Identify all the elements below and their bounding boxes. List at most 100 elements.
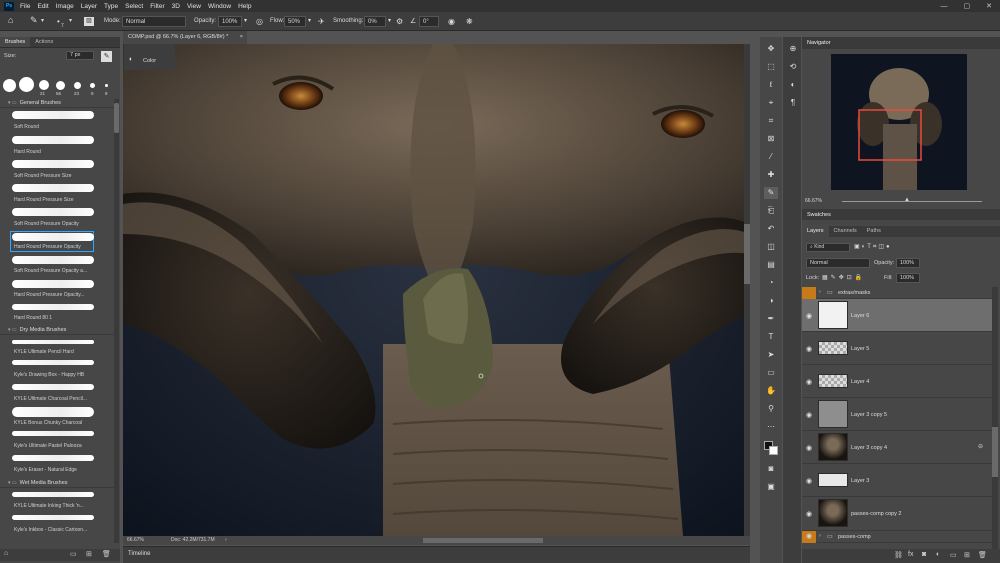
delete-icon[interactable]: 🗑 bbox=[102, 550, 111, 558]
clone-stamp-icon[interactable]: ⎗ bbox=[764, 205, 778, 217]
menu-select[interactable]: Select bbox=[125, 3, 143, 10]
eye-icon[interactable]: ◉ bbox=[806, 411, 812, 419]
new-brush-icon[interactable]: ⊞ bbox=[86, 550, 92, 558]
brush-preset-tip[interactable] bbox=[105, 84, 108, 87]
mask-icon[interactable]: ◙ bbox=[922, 551, 926, 558]
marquee-tool-icon[interactable]: ⬚ bbox=[764, 61, 778, 73]
eye-icon[interactable]: ◉ bbox=[806, 378, 812, 386]
doc-size[interactable]: Doc: 42.2M/731.7M bbox=[171, 536, 215, 545]
close-icon[interactable]: ✕ bbox=[986, 2, 992, 10]
status-arrow-icon[interactable]: › bbox=[225, 536, 227, 545]
menu-help[interactable]: Help bbox=[238, 3, 251, 10]
canvas-horizontal-scrollbar[interactable] bbox=[423, 538, 543, 543]
menu-3d[interactable]: 3D bbox=[172, 3, 180, 10]
brush-preset-tip[interactable] bbox=[74, 82, 81, 89]
brush-stroke-preview[interactable] bbox=[12, 492, 94, 497]
fx-icon[interactable]: fx bbox=[908, 551, 913, 558]
brush-name[interactable]: Hard Round 80 1 bbox=[14, 315, 92, 321]
dodge-tool-icon[interactable]: ◑ bbox=[764, 295, 778, 307]
flow-field[interactable]: 50% bbox=[284, 16, 306, 27]
brush-tool-icon[interactable]: ✎ bbox=[30, 15, 38, 26]
blend-mode-dropdown[interactable]: Normal bbox=[806, 258, 870, 268]
layer-row[interactable]: ◉ Layer 4 bbox=[802, 365, 992, 398]
tab-channels[interactable]: Channels bbox=[829, 226, 862, 237]
new-group-icon[interactable]: ▭ bbox=[950, 551, 957, 559]
brush-preview-icon[interactable]: ⌂ bbox=[4, 550, 8, 557]
size-field[interactable]: 7 px bbox=[66, 51, 94, 60]
brush-preset-tip[interactable] bbox=[3, 79, 16, 92]
eye-icon[interactable]: ◉ bbox=[806, 312, 812, 320]
lock-icons[interactable]: ▦✎✥⊡🔒 bbox=[822, 274, 865, 281]
path-select-icon[interactable]: ➤ bbox=[764, 349, 778, 361]
brush-settings-icon[interactable]: ✎ bbox=[101, 51, 112, 62]
brush-list-scrollbar[interactable] bbox=[114, 99, 119, 543]
gradient-tool-icon[interactable]: ▤ bbox=[764, 259, 778, 271]
pressure-opacity-icon[interactable]: ◎ bbox=[256, 16, 263, 27]
brush-settings-icon[interactable]: ▨ bbox=[84, 17, 94, 26]
layer-row[interactable]: ◉ passes-comp copy 2 bbox=[802, 497, 992, 531]
navigator-zoom[interactable]: 66.67% bbox=[805, 198, 822, 204]
layers-scrollbar[interactable] bbox=[992, 287, 998, 549]
menu-layer[interactable]: Layer bbox=[81, 3, 97, 10]
menu-type[interactable]: Type bbox=[104, 3, 118, 10]
brush-name[interactable]: KYLE Ultimate Pencil Hard bbox=[14, 349, 92, 355]
zoom-tool-icon[interactable]: ⚲ bbox=[764, 403, 778, 415]
brush-name[interactable]: Soft Round Pressure Opacity a... bbox=[14, 268, 92, 274]
blur-tool-icon[interactable]: ◔ bbox=[764, 277, 778, 289]
layer-row[interactable]: ◉ Layer 3 copy 4 ⊖ bbox=[802, 431, 992, 464]
brush-group-general[interactable]: General Brushes bbox=[0, 99, 114, 108]
brush-stroke-preview[interactable] bbox=[12, 340, 94, 344]
eye-icon[interactable]: ◉ bbox=[806, 345, 812, 353]
brush-group-dry-media[interactable]: Dry Media Brushes bbox=[0, 326, 114, 335]
brush-stroke-preview[interactable] bbox=[12, 233, 94, 241]
gear-icon[interactable]: ⚙ bbox=[396, 16, 403, 27]
link-icon[interactable]: ⊖ bbox=[978, 443, 983, 450]
brush-name[interactable]: Hard Round Pressure Opacity bbox=[14, 244, 92, 250]
airbrush-icon[interactable]: ✈ bbox=[318, 16, 325, 27]
brush-name[interactable]: KYLE Bonus Chunky Charcoal bbox=[14, 420, 92, 426]
eyedropper-tool-icon[interactable]: ⁄ bbox=[764, 151, 778, 163]
navigator-thumbnail[interactable] bbox=[831, 54, 967, 190]
layer-filter-icons[interactable]: ▣◐T⌗◫● bbox=[854, 243, 892, 251]
type-tool-icon[interactable]: T bbox=[764, 331, 778, 343]
brush-stroke-preview[interactable] bbox=[12, 407, 94, 417]
brush-stroke-preview[interactable] bbox=[12, 280, 94, 288]
fill-field[interactable]: 100% bbox=[896, 273, 920, 283]
layer-row[interactable]: ◉ Layer 5 bbox=[802, 332, 992, 365]
menu-filter[interactable]: Filter bbox=[150, 3, 164, 10]
brush-stroke-preview[interactable] bbox=[12, 136, 94, 144]
more-tools-icon[interactable]: ⋯ bbox=[764, 421, 778, 433]
brush-stroke-preview[interactable] bbox=[12, 256, 94, 264]
zoom-slider-handle-icon[interactable]: ▲ bbox=[904, 197, 910, 203]
eye-icon[interactable]: ◉ bbox=[802, 531, 816, 543]
chevron-down-icon[interactable]: ▾ bbox=[69, 16, 72, 27]
opacity-field[interactable]: 100% bbox=[218, 16, 242, 27]
brush-stroke-preview[interactable] bbox=[12, 184, 94, 192]
healing-brush-icon[interactable]: ✚ bbox=[764, 169, 778, 181]
brush-name[interactable]: Kyle's Eraser - Natural Edge bbox=[14, 467, 92, 473]
hand-tool-icon[interactable]: ✋ bbox=[764, 385, 778, 397]
menu-window[interactable]: Window bbox=[208, 3, 231, 10]
close-tab-icon[interactable]: × bbox=[240, 31, 243, 44]
layer-row[interactable]: ◉ Layer 3 copy 5 bbox=[802, 398, 992, 431]
minimize-icon[interactable]: — bbox=[941, 3, 948, 10]
tab-layers[interactable]: Layers bbox=[802, 226, 829, 237]
filter-kind-dropdown[interactable]: ⌕ Kind bbox=[806, 243, 850, 252]
eye-icon[interactable]: ◉ bbox=[806, 444, 812, 452]
brush-stroke-preview[interactable] bbox=[12, 515, 94, 520]
eraser-tool-icon[interactable]: ◫ bbox=[764, 241, 778, 253]
menu-view[interactable]: View bbox=[187, 3, 201, 10]
adjustments-panel-icon[interactable]: ◐ bbox=[786, 79, 800, 91]
move-tool-icon[interactable]: ✥ bbox=[764, 43, 778, 55]
brush-stroke-preview[interactable] bbox=[12, 455, 94, 461]
pressure-size-icon[interactable]: ◉ bbox=[448, 16, 455, 27]
eye-icon[interactable]: ◉ bbox=[806, 477, 812, 485]
quick-mask-icon[interactable]: ◙ bbox=[764, 463, 778, 475]
chevron-down-icon[interactable]: ▾ bbox=[41, 16, 44, 27]
brush-name[interactable]: Soft Round Pressure Size bbox=[14, 173, 92, 179]
brush-name[interactable]: Soft Round Pressure Opacity bbox=[14, 221, 92, 227]
brush-stroke-preview[interactable] bbox=[12, 360, 94, 365]
layer-row-selected[interactable]: ◉ Layer 6 bbox=[802, 299, 992, 332]
color-panel-collapsed[interactable]: ◐ Color bbox=[124, 44, 175, 70]
maximize-icon[interactable]: ▢ bbox=[964, 2, 971, 10]
